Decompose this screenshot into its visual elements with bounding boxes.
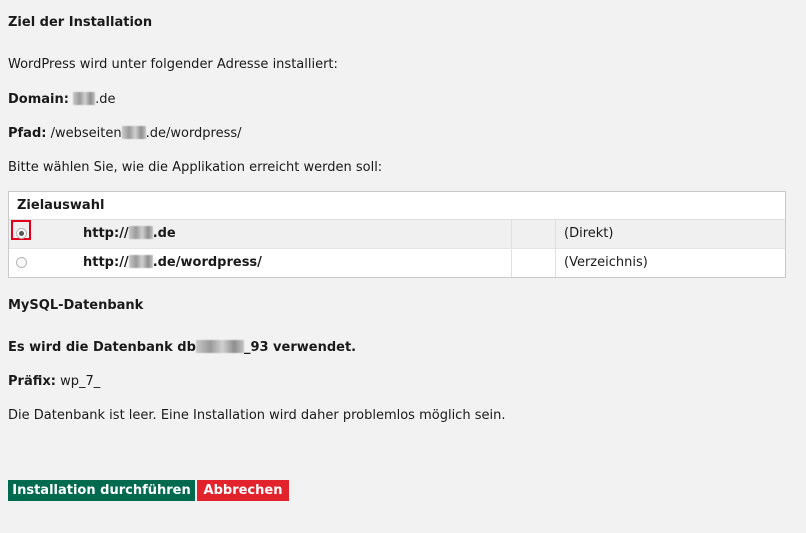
domain-line: Domain: .de xyxy=(8,92,115,107)
type-directory: (Verzeichnis) xyxy=(564,255,648,270)
redacted-domain xyxy=(73,92,96,105)
path-suffix: .de/wordpress/ xyxy=(145,126,242,141)
section-title-installation: Ziel der Installation xyxy=(8,15,153,30)
url-directory: http:// .de/wordpress/ xyxy=(83,249,262,277)
domain-suffix: .de xyxy=(95,92,116,107)
redacted-database xyxy=(195,340,244,353)
domain-label: Domain: xyxy=(8,92,69,107)
redacted-url xyxy=(128,255,153,268)
target-selection-table: Zielauswahl http:// .de (Direkt) http://.… xyxy=(8,191,786,278)
type-direct: (Direkt) xyxy=(564,226,614,241)
database-suffix: _93 verwendet. xyxy=(243,340,357,355)
section-title-mysql: MySQL-Datenbank xyxy=(8,298,144,313)
table-row[interactable]: http:// .de (Direkt) xyxy=(9,220,785,248)
radio-direct[interactable] xyxy=(16,228,27,239)
prefix-line: Präfix: wp_7_ xyxy=(8,374,100,389)
prefix-value: wp_7_ xyxy=(60,374,101,389)
column-divider xyxy=(555,249,556,277)
radio-directory[interactable] xyxy=(16,257,27,268)
table-header: Zielauswahl xyxy=(9,192,785,220)
url-suffix: .de/wordpress/ xyxy=(152,255,262,270)
path-label: Pfad: xyxy=(8,126,47,141)
install-button[interactable]: Installation durchführen xyxy=(8,480,195,501)
url-prefix: http:// xyxy=(83,226,129,241)
redacted-url xyxy=(128,226,153,239)
url-suffix: .de xyxy=(152,226,176,241)
url-prefix: http:// xyxy=(83,255,129,270)
intro-text: WordPress wird unter folgender Adresse i… xyxy=(8,57,338,72)
table-row[interactable]: http:// .de/wordpress/ (Verzeichnis) xyxy=(9,248,785,277)
prefix-label: Präfix: xyxy=(8,374,56,389)
database-prefix: Es wird die Datenbank db xyxy=(8,340,196,355)
database-text: Es wird die Datenbank db _93 verwendet. xyxy=(8,340,356,355)
column-divider xyxy=(555,220,556,248)
path-line: Pfad: /webseiten .de/wordpress/ xyxy=(8,126,242,141)
choose-text: Bitte wählen Sie, wie die Applikation er… xyxy=(8,160,383,175)
url-direct: http:// .de xyxy=(83,220,176,248)
redacted-path xyxy=(121,126,146,139)
cancel-button[interactable]: Abbrechen xyxy=(197,480,289,501)
path-prefix: /webseiten xyxy=(50,126,122,141)
database-empty-text: Die Datenbank ist leer. Eine Installatio… xyxy=(8,408,506,423)
column-divider xyxy=(511,220,512,248)
column-divider xyxy=(511,249,512,277)
